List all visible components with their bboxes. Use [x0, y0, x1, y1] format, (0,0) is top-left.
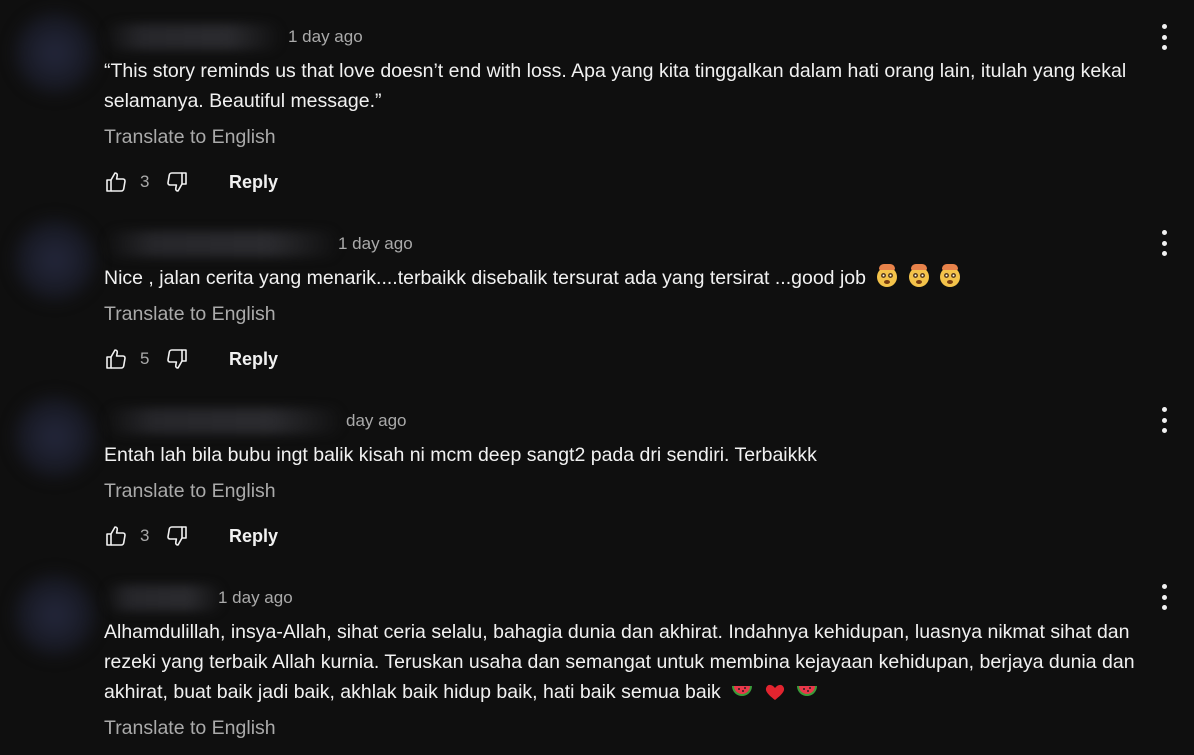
comment-menu-button[interactable]: [1152, 22, 1176, 52]
thumbs-down-icon: [167, 172, 187, 192]
dislike-button[interactable]: [165, 170, 189, 194]
comment-text: Nice , jalan cerita yang menarik....terb…: [104, 263, 1164, 293]
thumbs-down-icon: [167, 526, 187, 546]
comment-menu-button[interactable]: [1152, 405, 1176, 435]
translate-button[interactable]: Translate to English: [104, 123, 276, 151]
avatar[interactable]: [10, 8, 100, 98]
like-button[interactable]: [104, 347, 128, 371]
more-vert-icon: [1161, 230, 1167, 235]
comment-actions: 5 Reply: [104, 345, 278, 373]
comment-timestamp[interactable]: day ago: [346, 408, 407, 434]
reply-button[interactable]: Reply: [229, 349, 278, 370]
comment-timestamp[interactable]: 1 day ago: [288, 24, 363, 50]
comment-text: Entah lah bila bubu ingt balik kisah ni …: [104, 444, 817, 466]
author-name-redacted[interactable]: [104, 408, 344, 434]
author-name-redacted[interactable]: [104, 24, 282, 50]
comments-section: 1 day ago “This story reminds us that lo…: [0, 0, 1194, 755]
avatar[interactable]: [10, 570, 100, 660]
thumbs-down-icon: [167, 349, 187, 369]
red-heart-emoji: [765, 684, 784, 700]
more-vert-icon: [1161, 24, 1167, 29]
translate-button[interactable]: Translate to English: [104, 477, 276, 505]
watermelon-emoji: [732, 686, 753, 696]
like-button[interactable]: [104, 170, 128, 194]
comment-text: Alhamdulillah, insya-Allah, sihat ceria …: [104, 617, 1164, 707]
comment-timestamp[interactable]: 1 day ago: [338, 231, 413, 257]
comment-text: “This story reminds us that love doesn’t…: [104, 60, 1127, 112]
more-vert-icon: [1161, 584, 1167, 589]
watermelon-emoji: [797, 686, 818, 696]
comment-menu-button[interactable]: [1152, 582, 1176, 612]
comment-text-content: Nice , jalan cerita yang menarik....terb…: [104, 267, 866, 289]
author-name-redacted[interactable]: [104, 585, 224, 611]
more-vert-icon: [1161, 407, 1167, 412]
like-count: 3: [140, 526, 150, 545]
comment-actions: 3 Reply: [104, 522, 278, 550]
thumbs-up-icon: [106, 349, 126, 369]
comment-timestamp[interactable]: 1 day ago: [218, 585, 293, 611]
face-with-hat-emoji: [940, 264, 961, 287]
avatar[interactable]: [10, 215, 100, 305]
author-name-redacted[interactable]: [104, 231, 340, 257]
dislike-button[interactable]: [165, 524, 189, 548]
like-button[interactable]: [104, 524, 128, 548]
translate-button[interactable]: Translate to English: [104, 714, 276, 742]
comment-menu-button[interactable]: [1152, 228, 1176, 258]
like-count: 5: [140, 349, 150, 368]
translate-button[interactable]: Translate to English: [104, 300, 276, 328]
thumbs-up-icon: [106, 526, 126, 546]
comment-text-content: Alhamdulillah, insya-Allah, sihat ceria …: [104, 621, 1135, 703]
comment-actions: 3 Reply: [104, 168, 278, 196]
reply-button[interactable]: Reply: [229, 526, 278, 547]
avatar[interactable]: [10, 392, 100, 482]
face-with-hat-emoji: [908, 264, 929, 287]
face-with-hat-emoji: [877, 264, 898, 287]
thumbs-up-icon: [106, 172, 126, 192]
dislike-button[interactable]: [165, 347, 189, 371]
reply-button[interactable]: Reply: [229, 172, 278, 193]
like-count: 3: [140, 172, 150, 191]
